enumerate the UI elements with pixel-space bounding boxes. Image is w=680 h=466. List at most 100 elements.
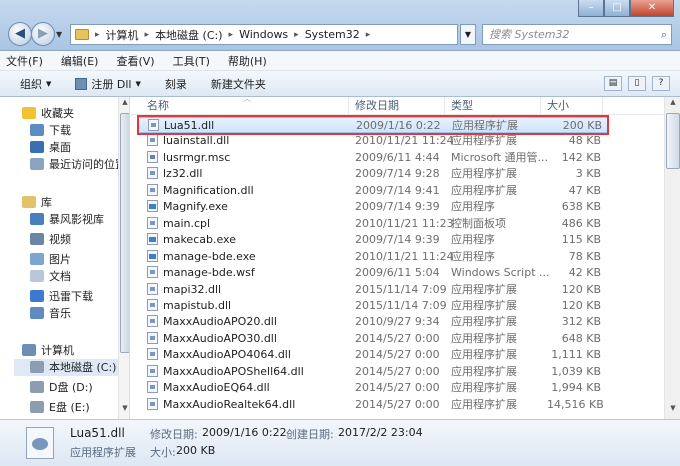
nav-videos[interactable]: 视频 — [30, 231, 71, 248]
msc-file-icon — [147, 150, 158, 163]
nav-libraries[interactable]: 库 — [22, 194, 52, 211]
music-icon — [30, 307, 44, 319]
register-dll-button[interactable]: 注册 Dll ▼ — [75, 76, 141, 92]
table-row[interactable]: MaxxAudioAPO4064.dll 2014/5/27 0:00 应用程序扩展… — [137, 347, 609, 363]
menu-tools[interactable]: 工具(T) — [173, 53, 210, 69]
nav-video-library[interactable]: 暴风影视库 — [30, 211, 104, 228]
file-type: 应用程序 — [451, 249, 495, 265]
nav-pictures[interactable]: 图片 — [30, 251, 71, 268]
file-date-text: 2009/7/14 9:28 — [355, 167, 440, 181]
table-row[interactable]: MaxxAudioAPO30.dll 2014/5/27 0:00 应用程序扩展 64… — [137, 331, 609, 347]
forward-button[interactable]: ▶ — [31, 22, 55, 46]
close-button[interactable]: ✕ — [630, 0, 674, 17]
table-row[interactable]: MaxxAudioAPO20.dll 2010/9/27 9:34 应用程序扩展 31… — [137, 314, 609, 330]
table-row[interactable]: manage-bde.wsf 2009/6/11 5:04 Windows Scri… — [137, 265, 609, 281]
table-row[interactable]: Lua51.dll 2009/1/16 0:22 应用程序扩展 200 KB — [137, 117, 609, 134]
breadcrumb-computer[interactable]: 计算机 — [106, 27, 139, 43]
file-name: MaxxAudioAPO4064.dll — [147, 347, 291, 363]
menu-file[interactable]: 文件(F) — [6, 53, 43, 69]
table-row[interactable]: mapistub.dll 2015/11/14 7:09 应用程序扩展 120 KB — [137, 298, 609, 314]
file-size-text: 312 KB — [561, 315, 601, 329]
table-row[interactable]: Magnify.exe 2009/7/14 9:39 应用程序 638 KB — [137, 199, 609, 215]
address-dropdown-button[interactable]: ▼ — [460, 24, 476, 45]
file-name: lusrmgr.msc — [147, 150, 230, 166]
file-name-text: MaxxAudioEQ64.dll — [163, 381, 270, 395]
nav-label: D盘 (D:) — [49, 381, 93, 394]
burn-button[interactable]: 刻录 — [165, 76, 187, 92]
nav-drive-d[interactable]: D盘 (D:) — [30, 379, 93, 396]
breadcrumb-system32[interactable]: System32 — [305, 28, 360, 41]
file-size: 3 KB — [547, 166, 601, 182]
file-size-text: 3 KB — [575, 167, 601, 181]
nav-computer[interactable]: 计算机 — [22, 342, 74, 359]
search-input[interactable]: 搜索 System32 ⌕ — [482, 24, 672, 45]
file-name: manage-bde.wsf — [147, 265, 255, 281]
table-row[interactable]: lusrmgr.msc 2009/6/11 4:44 Microsoft 通用管..… — [137, 150, 609, 166]
nav-drive-c[interactable]: 本地磁盘 (C:) — [14, 359, 118, 376]
scroll-down-icon[interactable]: ▼ — [119, 404, 129, 418]
file-type-text: 应用程序扩展 — [451, 348, 517, 362]
file-list-scroll-thumb[interactable] — [666, 113, 680, 169]
nav-downloads[interactable]: 下载 — [30, 122, 71, 139]
chevron-down-icon: ▼ — [46, 79, 52, 88]
scroll-up-icon[interactable]: ▲ — [665, 98, 680, 112]
address-bar[interactable]: ▸ 计算机 ▸ 本地磁盘 (C:) ▸ Windows ▸ System32 ▸ — [70, 24, 458, 45]
recent-pages-dropdown-icon[interactable]: ▼ — [56, 30, 62, 39]
nav-scrollbar[interactable]: ▲ ▼ — [118, 97, 129, 419]
chevron-down-icon: ▼ — [135, 79, 141, 88]
table-row[interactable]: manage-bde.exe 2010/11/21 11:24 应用程序 78 KB — [137, 249, 609, 265]
file-type: 应用程序扩展 — [451, 314, 517, 330]
organize-button[interactable]: 组织 ▼ — [20, 76, 51, 92]
new-folder-button[interactable]: 新建文件夹 — [211, 76, 266, 92]
table-row[interactable]: lz32.dll 2009/7/14 9:28 应用程序扩展 3 KB — [137, 166, 609, 182]
file-date-text: 2014/5/27 0:00 — [355, 364, 440, 378]
nav-recent[interactable]: 最近访问的位置 — [30, 156, 126, 173]
file-list-scrollbar[interactable]: ▲ ▼ — [664, 97, 680, 419]
dll-file-icon — [147, 298, 158, 311]
menu-edit[interactable]: 编辑(E) — [61, 53, 99, 69]
file-size: 1,039 KB — [547, 364, 601, 380]
table-row[interactable]: main.cpl 2010/11/21 11:23 控制面板项 486 KB — [137, 216, 609, 232]
table-row[interactable]: MaxxAudioEQ64.dll 2014/5/27 0:00 应用程序扩展 1,9… — [137, 380, 609, 396]
nav-music[interactable]: 音乐 — [30, 305, 71, 322]
file-size: 47 KB — [547, 183, 601, 199]
nav-documents[interactable]: 文档 — [30, 268, 71, 285]
scroll-down-icon[interactable]: ▼ — [665, 404, 680, 418]
nav-favorites[interactable]: 收藏夹 — [22, 105, 74, 122]
menu-help[interactable]: 帮助(H) — [228, 53, 267, 69]
help-icon[interactable]: ? — [652, 76, 670, 91]
menu-view[interactable]: 查看(V) — [116, 53, 154, 69]
table-row[interactable]: mapi32.dll 2015/11/14 7:09 应用程序扩展 120 KB — [137, 282, 609, 298]
maximize-button[interactable]: □ — [604, 0, 630, 17]
breadcrumb-windows[interactable]: Windows — [239, 28, 288, 41]
nav-drive-e[interactable]: E盘 (E:) — [30, 399, 90, 416]
file-name: MaxxAudioAPOShell64.dll — [147, 364, 304, 380]
table-row[interactable]: makecab.exe 2009/7/14 9:39 应用程序 115 KB — [137, 232, 609, 248]
breadcrumb-drive-c[interactable]: 本地磁盘 (C:) — [155, 27, 222, 43]
file-name-text: luainstall.dll — [163, 134, 230, 148]
view-options-icon[interactable]: ▤ — [604, 76, 622, 91]
column-size[interactable]: 大小 — [541, 97, 603, 115]
column-type[interactable]: 类型 — [445, 97, 541, 115]
column-date[interactable]: 修改日期 — [349, 97, 445, 115]
file-date: 2010/11/21 11:23 — [355, 216, 454, 232]
file-name-text: mapistub.dll — [163, 298, 232, 312]
table-row[interactable]: luainstall.dll 2010/11/21 11:24 应用程序扩展 48 K… — [137, 133, 609, 149]
file-size: 42 KB — [547, 265, 601, 281]
back-button[interactable]: ◀ — [8, 22, 32, 46]
minimize-button[interactable]: – — [578, 0, 604, 17]
nav-desktop[interactable]: 桌面 — [30, 139, 71, 156]
search-icon[interactable]: ⌕ — [661, 25, 667, 44]
preview-pane-icon[interactable]: ▯ — [628, 76, 646, 91]
column-name[interactable]: 名称 — [141, 97, 349, 115]
nav-thunder-downloads[interactable]: 迅雷下载 — [30, 288, 93, 305]
exe-file-icon — [147, 233, 158, 246]
file-size: 200 KB — [548, 118, 602, 134]
file-size-text: 142 KB — [561, 150, 601, 164]
table-row[interactable]: MaxxAudioAPOShell64.dll 2014/5/27 0:00 应用程… — [137, 364, 609, 380]
table-row[interactable]: Magnification.dll 2009/7/14 9:41 应用程序扩展 47 … — [137, 183, 609, 199]
nav-scroll-thumb[interactable] — [120, 113, 129, 353]
table-row[interactable]: MaxxAudioRealtek64.dll 2014/5/27 0:00 应用程序… — [137, 397, 609, 413]
file-name: MaxxAudioAPO30.dll — [147, 331, 277, 347]
scroll-up-icon[interactable]: ▲ — [119, 98, 129, 112]
